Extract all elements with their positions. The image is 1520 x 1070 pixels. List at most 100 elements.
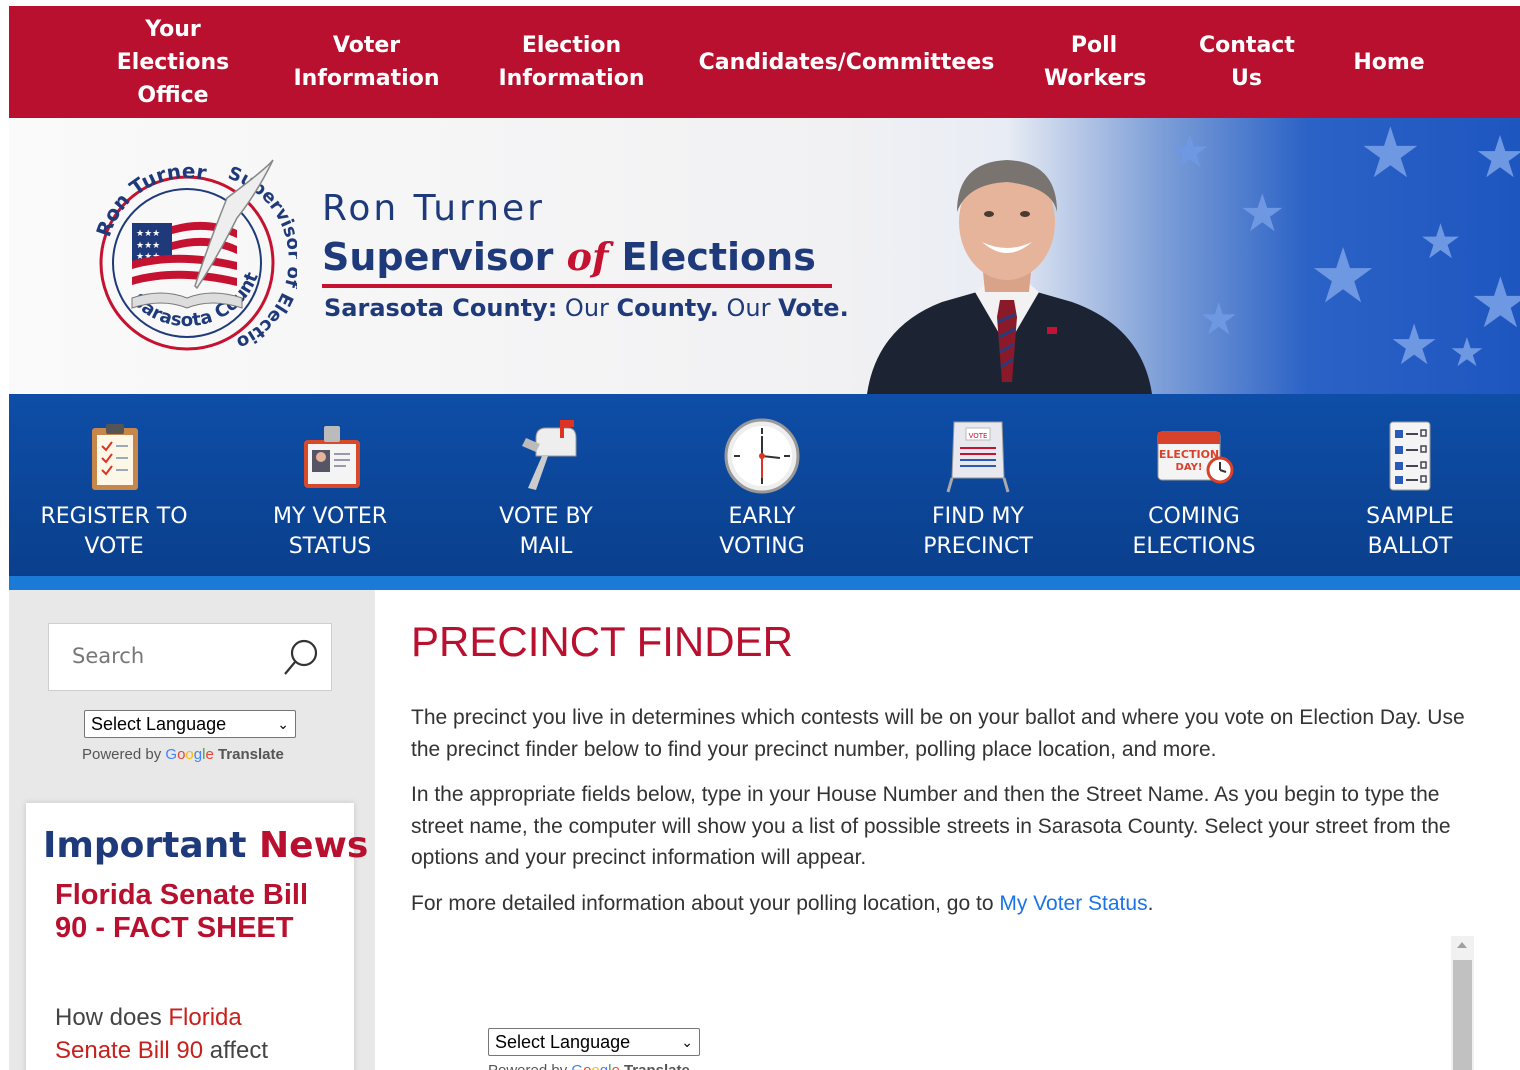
quick-link-coming-elections[interactable]: ELECTION DAY! COMING ELECTIONS [1089,394,1299,576]
news-heading-part: Important [43,825,260,866]
chevron-down-icon: ⌄ [277,716,289,732]
nav-contact-us[interactable]: Contact Us [1189,6,1304,118]
translate-text: Translate [217,746,284,763]
star-decoration: ★ [1389,313,1440,378]
clipboard-icon [92,424,138,490]
more-info-text: . [1147,892,1154,915]
nav-voter-information[interactable]: Voter Information [284,6,449,118]
news-excerpt-text: affect [203,1037,269,1064]
powered-by-text: Powered by [82,746,166,763]
powered-by-text: Powered by [488,1062,571,1070]
svg-text:DAY!: DAY! [1176,462,1203,473]
tagline-part: Sarasota County: [324,294,558,322]
language-select[interactable]: Select Language ⌄ [84,710,296,738]
nav-label: Candidates/Committees [698,49,995,75]
news-heading: Important News [43,825,368,866]
quick-link-label: EARLY VOTING [719,504,805,559]
google-logo: Google [571,1062,619,1070]
star-decoration: ★ [1199,294,1239,345]
google-logo: Google [165,746,214,763]
frame-language-select[interactable]: Select Language ⌄ [488,1028,700,1056]
title-part: Supervisor [322,235,567,279]
nav-your-elections-office[interactable]: Your Elections Office [93,6,253,118]
star-decoration: ★ [1449,330,1485,376]
quick-link-label: COMING ELECTIONS [1132,504,1256,559]
sidebar: Search Select Language ⌄ Powered by Googl… [9,590,375,1070]
frame-scrollbar[interactable] [1451,936,1474,1070]
my-voter-status-link[interactable]: My Voter Status [999,892,1147,915]
nav-label: Election Information [498,33,645,91]
search-input[interactable]: Search [72,644,144,668]
news-excerpt: How does Florida Senate Bill 90 affect [55,1001,305,1067]
nav-label: Home [1353,49,1425,75]
quick-link-label: SAMPLE BALLOT [1366,504,1454,559]
nav-label: Contact Us [1199,33,1295,91]
intro-paragraph: The precinct you live in determines whic… [411,706,1465,761]
quick-link-label: VOTE BY MAIL [499,504,593,559]
chevron-down-icon: ⌄ [681,1034,693,1050]
banner-title: Supervisor of Elections [322,234,816,279]
banner-divider [322,284,832,288]
svg-text:★★★: ★★★ [136,229,160,239]
instructions-paragraph: In the appropriate fields below, type in… [411,783,1451,869]
tagline-part: County. [616,294,719,322]
nav-candidates-committees[interactable]: Candidates/Committees [694,6,999,118]
title-part: Elections [608,235,816,279]
nav-label: Poll Workers [1044,33,1147,91]
nav-home[interactable]: Home [1329,6,1449,118]
more-info-text: For more detailed information about your… [411,892,1000,915]
news-article-link[interactable]: Florida Senate Bill 90 - FACT SHEET [55,879,315,945]
quick-link-find-my-precinct[interactable]: VOTE FIND MY PRECINCT [873,394,1083,576]
nav-election-information[interactable]: Election Information [489,6,654,118]
language-select-value: Select Language [91,714,227,734]
search-icon[interactable] [281,636,321,680]
precinct-finder-frame[interactable]: Select Language ⌄ Powered by Google Trans… [411,933,1475,1070]
supervisor-portrait [867,160,1152,394]
news-excerpt-text: How does [55,1004,169,1031]
translate-text: Translate [624,1062,690,1070]
nav-label: Voter Information [293,33,440,91]
quick-link-label: MY VOTER STATUS [272,504,388,559]
svg-text:★★★: ★★★ [136,241,160,251]
county-seal-logo: Ron Turner Supervisor of Elections Saras… [77,148,297,353]
clock-icon [724,418,800,494]
scroll-up-arrow-icon[interactable] [1457,942,1467,948]
ballot-icon [1389,421,1431,491]
quick-link-label: FIND MY PRECINCT [923,504,1033,559]
news-heading-part: News [259,825,369,866]
frame-google-translate-credit: Powered by Google Translate [488,1062,690,1070]
star-decoration: ★ [1169,124,1211,178]
more-info-paragraph: For more detailed information about your… [411,888,1471,920]
important-news-card: Important News Florida Senate Bill 90 - … [26,803,368,1070]
tagline-part: Our [557,294,617,322]
quick-link-label: REGISTER TO VOTE [40,504,188,559]
vote-sign-icon: VOTE [946,421,1010,493]
quick-link-early-voting[interactable]: EARLY VOTING [657,394,867,576]
title-of: of [566,234,609,279]
star-decoration: ★ [1359,118,1422,194]
quick-link-vote-by-mail[interactable]: VOTE BY MAIL [441,394,651,576]
search-box[interactable]: Search [48,623,332,691]
star-decoration: ★ [1474,123,1520,191]
language-select-value: Select Language [495,1032,631,1052]
id-badge-icon [304,426,360,488]
tagline-part: Our [718,294,779,322]
star-decoration: ★ [1419,214,1463,270]
election-calendar-icon: ELECTION DAY! [1157,431,1234,484]
star-decoration: ★ [1469,262,1520,344]
banner-tagline: Sarasota County: Our County. Our Vote. [324,294,849,322]
page-title: PRECINCT FINDER [411,618,793,665]
top-navigation: Your Elections Office Voter Information … [9,6,1520,118]
quick-links-bar: REGISTER TO VOTE MY VOTER STATUS VOTE BY… [9,394,1520,590]
banner-name: Ron Turner [322,188,545,229]
svg-text:VOTE: VOTE [969,432,988,440]
svg-text:ELECTION: ELECTION [1159,448,1219,461]
quick-link-sample-ballot[interactable]: SAMPLE BALLOT [1305,394,1515,576]
quick-link-my-voter-status[interactable]: MY VOTER STATUS [225,394,435,576]
star-decoration: ★ [1239,184,1286,244]
nav-label: Your Elections Office [116,16,230,108]
mailbox-icon [522,420,577,490]
nav-poll-workers[interactable]: Poll Workers [1029,6,1159,118]
quick-link-register-to-vote[interactable]: REGISTER TO VOTE [9,394,219,576]
scrollbar-thumb[interactable] [1453,960,1472,1070]
